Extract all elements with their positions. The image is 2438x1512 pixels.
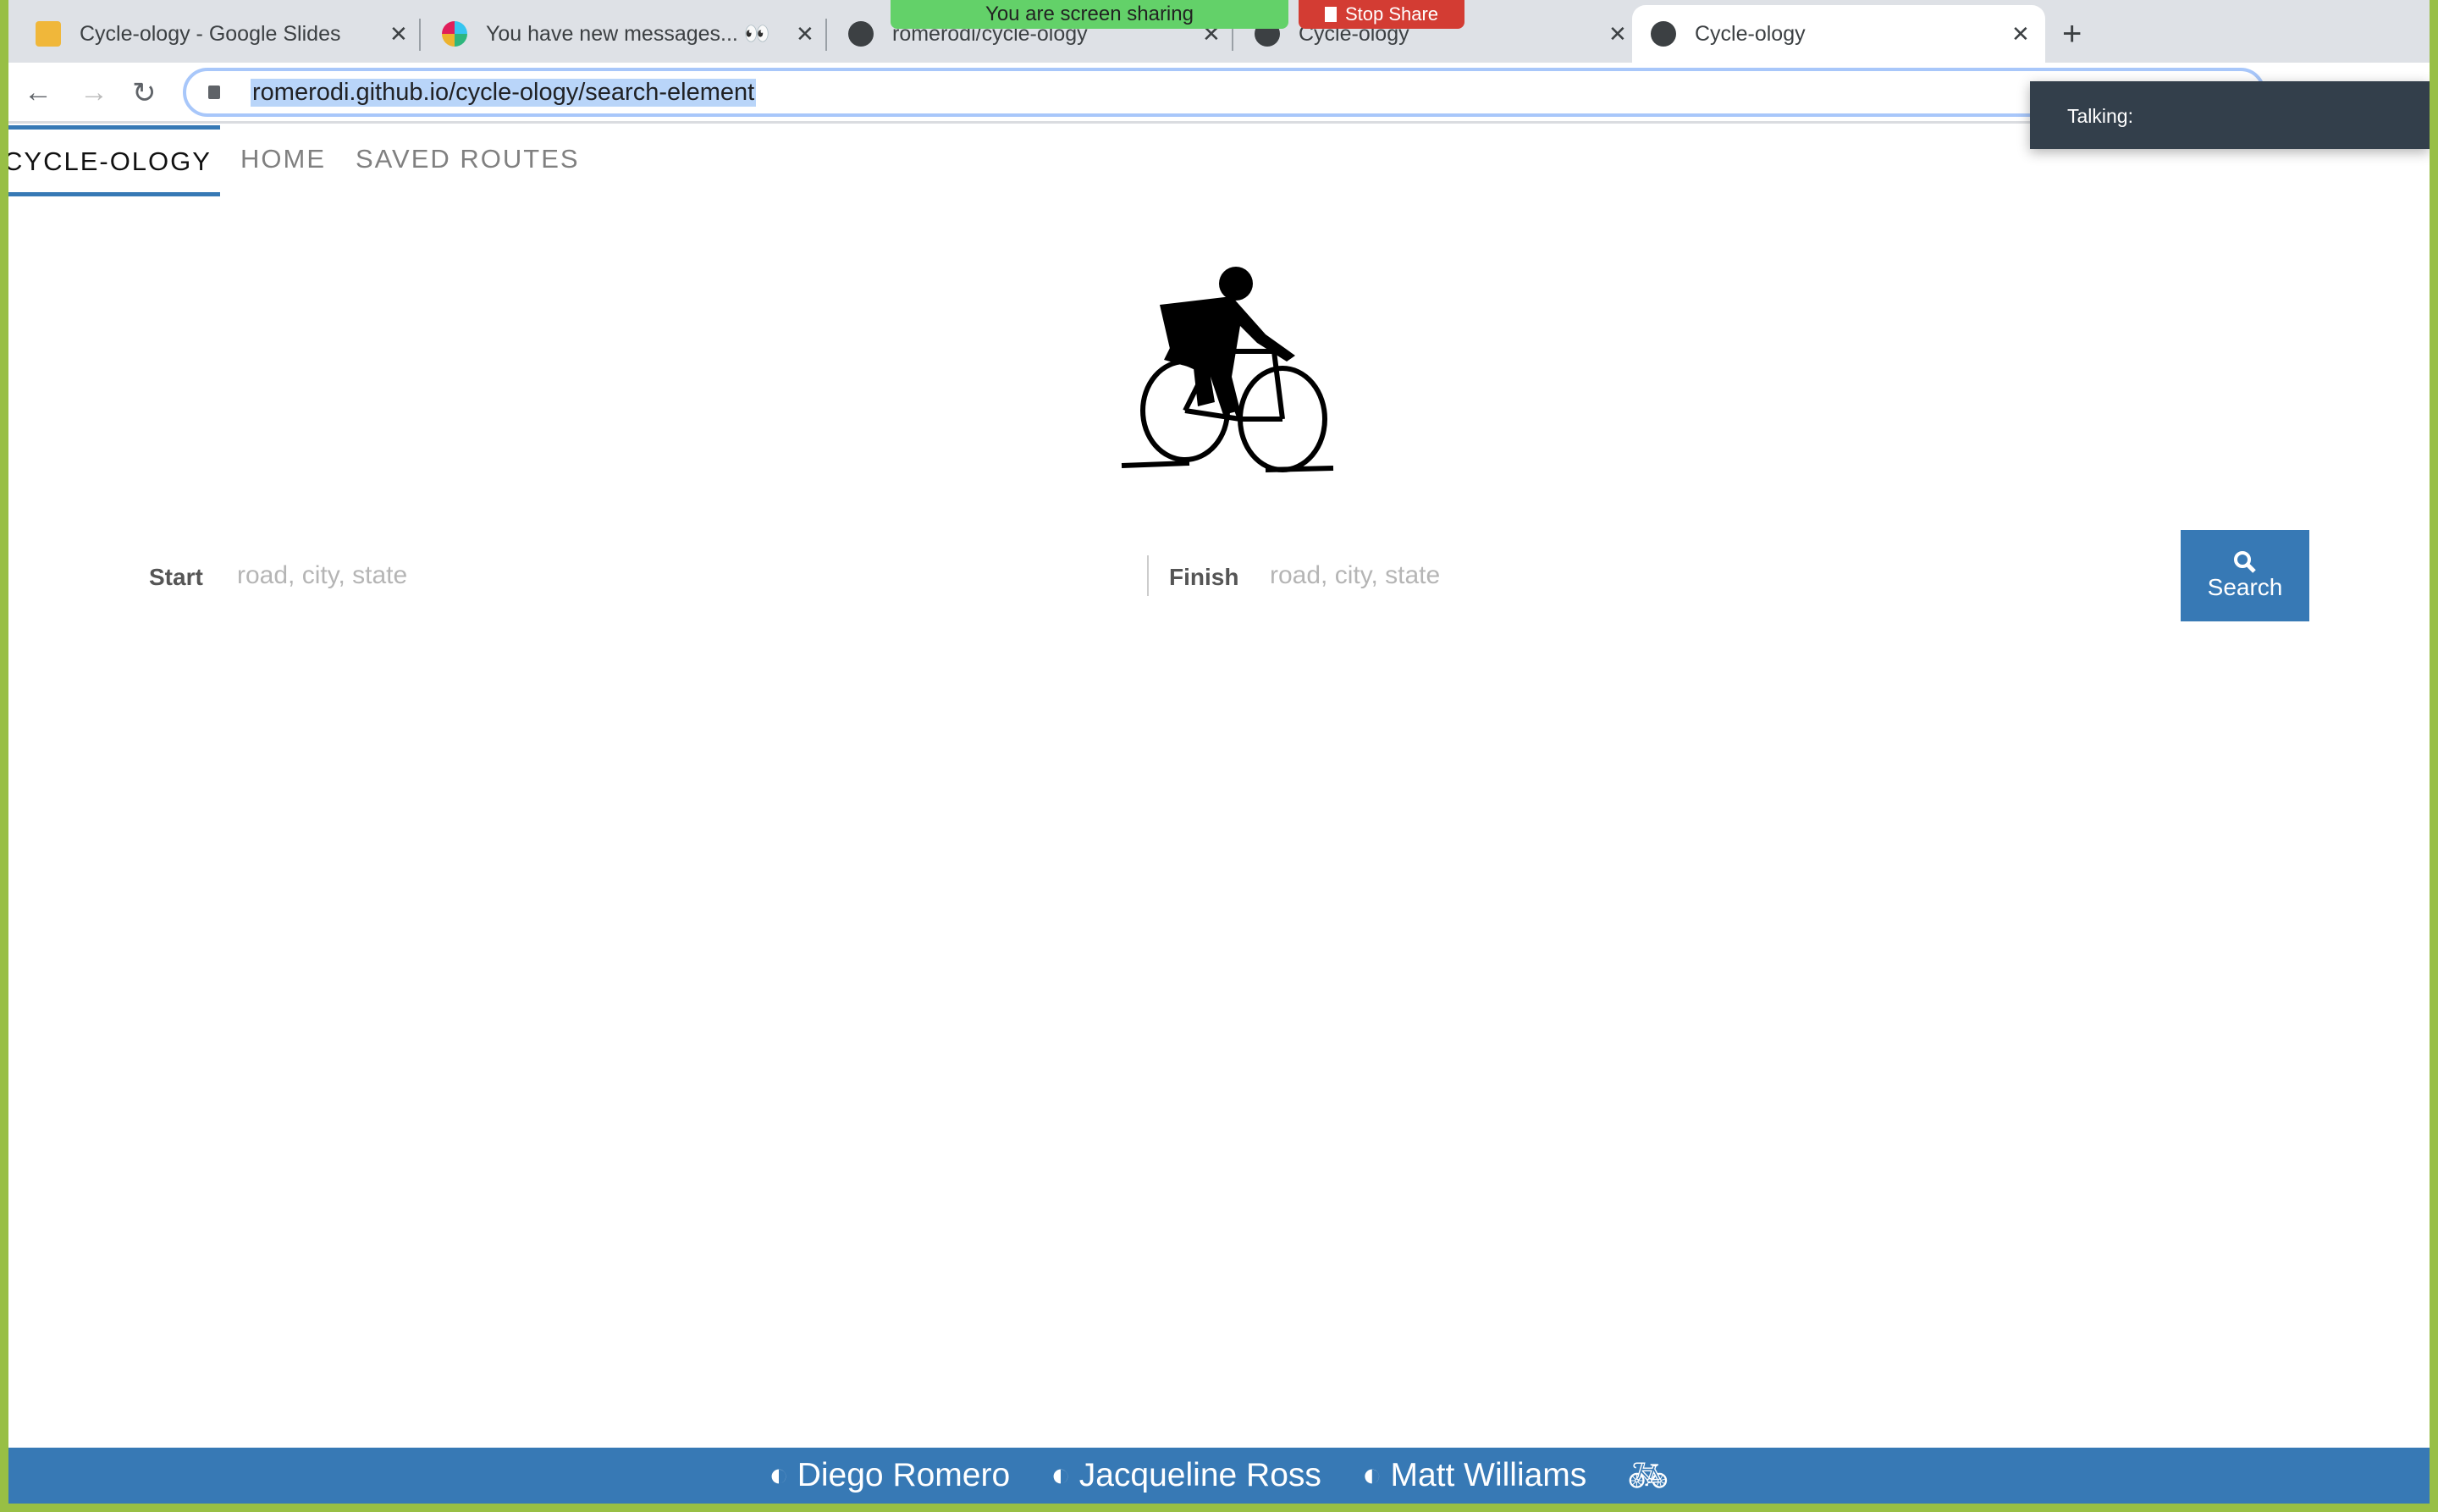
talking-label: Talking: (2067, 105, 2133, 127)
footer-link-label: Diego Romero (797, 1457, 1011, 1493)
route-search-form: Start Finish Search (8, 530, 2430, 621)
github-icon: ◐ (1361, 1457, 1382, 1493)
url-text[interactable]: romerodi.github.io/cycle-ology/search-el… (251, 79, 757, 107)
github-icon (848, 21, 874, 47)
footer-link-diego[interactable]: ◐ Diego Romero (769, 1457, 1010, 1494)
screen-sharing-banner: You are screen sharing (891, 0, 1288, 29)
nav-brand[interactable]: CYCLE-OLOGY (8, 125, 220, 196)
tab-google-slides[interactable]: Cycle-ology - Google Slides ✕ (17, 5, 415, 63)
footer: ◐ Diego Romero ◐ Jacqueline Ross ◐ Matt Wil… (8, 1448, 2430, 1504)
tab-bar: Cycle-ology - Google Slides ✕ You have n… (8, 0, 2430, 63)
close-icon[interactable]: ✕ (1608, 21, 1627, 47)
nav-home[interactable]: HOME (240, 144, 326, 174)
reload-button[interactable]: ↻ (132, 76, 157, 110)
close-icon[interactable]: ✕ (796, 21, 814, 47)
new-tab-button[interactable]: + (2062, 5, 2082, 63)
address-bar[interactable]: romerodi.github.io/cycle-ology/search-el… (183, 68, 2265, 117)
finish-label: Finish (1169, 564, 1239, 590)
tab-title: You have new messages... 👀 (486, 21, 770, 46)
finish-input[interactable] (1270, 554, 2167, 598)
tab-cycle-ology-active[interactable]: Cycle-ology ✕ (1632, 5, 2045, 63)
back-button[interactable]: ← (24, 76, 52, 109)
browser-window: Cycle-ology - Google Slides ✕ You have n… (8, 0, 2430, 1504)
slack-icon (442, 21, 467, 47)
site-nav: CYCLE-OLOGY HOME SAVED ROUTES (8, 125, 2430, 196)
search-button[interactable]: Search (2181, 530, 2309, 621)
forward-button[interactable]: → (80, 76, 108, 109)
search-icon (2234, 551, 2256, 573)
start-label: Start (149, 564, 203, 590)
search-button-label: Search (2207, 574, 2283, 600)
slides-icon (36, 21, 61, 47)
tab-title: Cycle-ology - Google Slides (80, 21, 341, 46)
nav-saved-routes[interactable]: SAVED ROUTES (356, 144, 580, 174)
divider (1147, 555, 1149, 596)
screen-sharing-text: You are screen sharing (985, 3, 1194, 25)
tab-title: Cycle-ology (1695, 21, 1806, 46)
footer-link-label: Jacqueline Ross (1078, 1457, 1321, 1493)
stop-share-button[interactable]: Stop Share (1299, 0, 1464, 29)
close-icon[interactable]: ✕ (389, 21, 408, 47)
github-icon: ◐ (1051, 1457, 1071, 1493)
stop-icon (1324, 7, 1337, 22)
close-icon[interactable]: ✕ (2011, 21, 2030, 47)
cyclist-logo (1121, 267, 1334, 472)
footer-link-jacqueline[interactable]: ◐ Jacqueline Ross (1051, 1457, 1321, 1494)
globe-icon (1651, 21, 1676, 47)
start-input[interactable] (237, 554, 1134, 598)
bicycle-icon: 🚲︎ (1627, 1458, 1669, 1494)
footer-link-matt[interactable]: ◐ Matt Williams (1362, 1457, 1586, 1494)
lock-icon (208, 86, 220, 99)
footer-link-label: Matt Williams (1390, 1457, 1587, 1493)
tab-slack[interactable]: You have new messages... 👀 ✕ (423, 5, 821, 63)
stop-share-label: Stop Share (1344, 3, 1439, 25)
github-icon: ◐ (769, 1457, 789, 1493)
